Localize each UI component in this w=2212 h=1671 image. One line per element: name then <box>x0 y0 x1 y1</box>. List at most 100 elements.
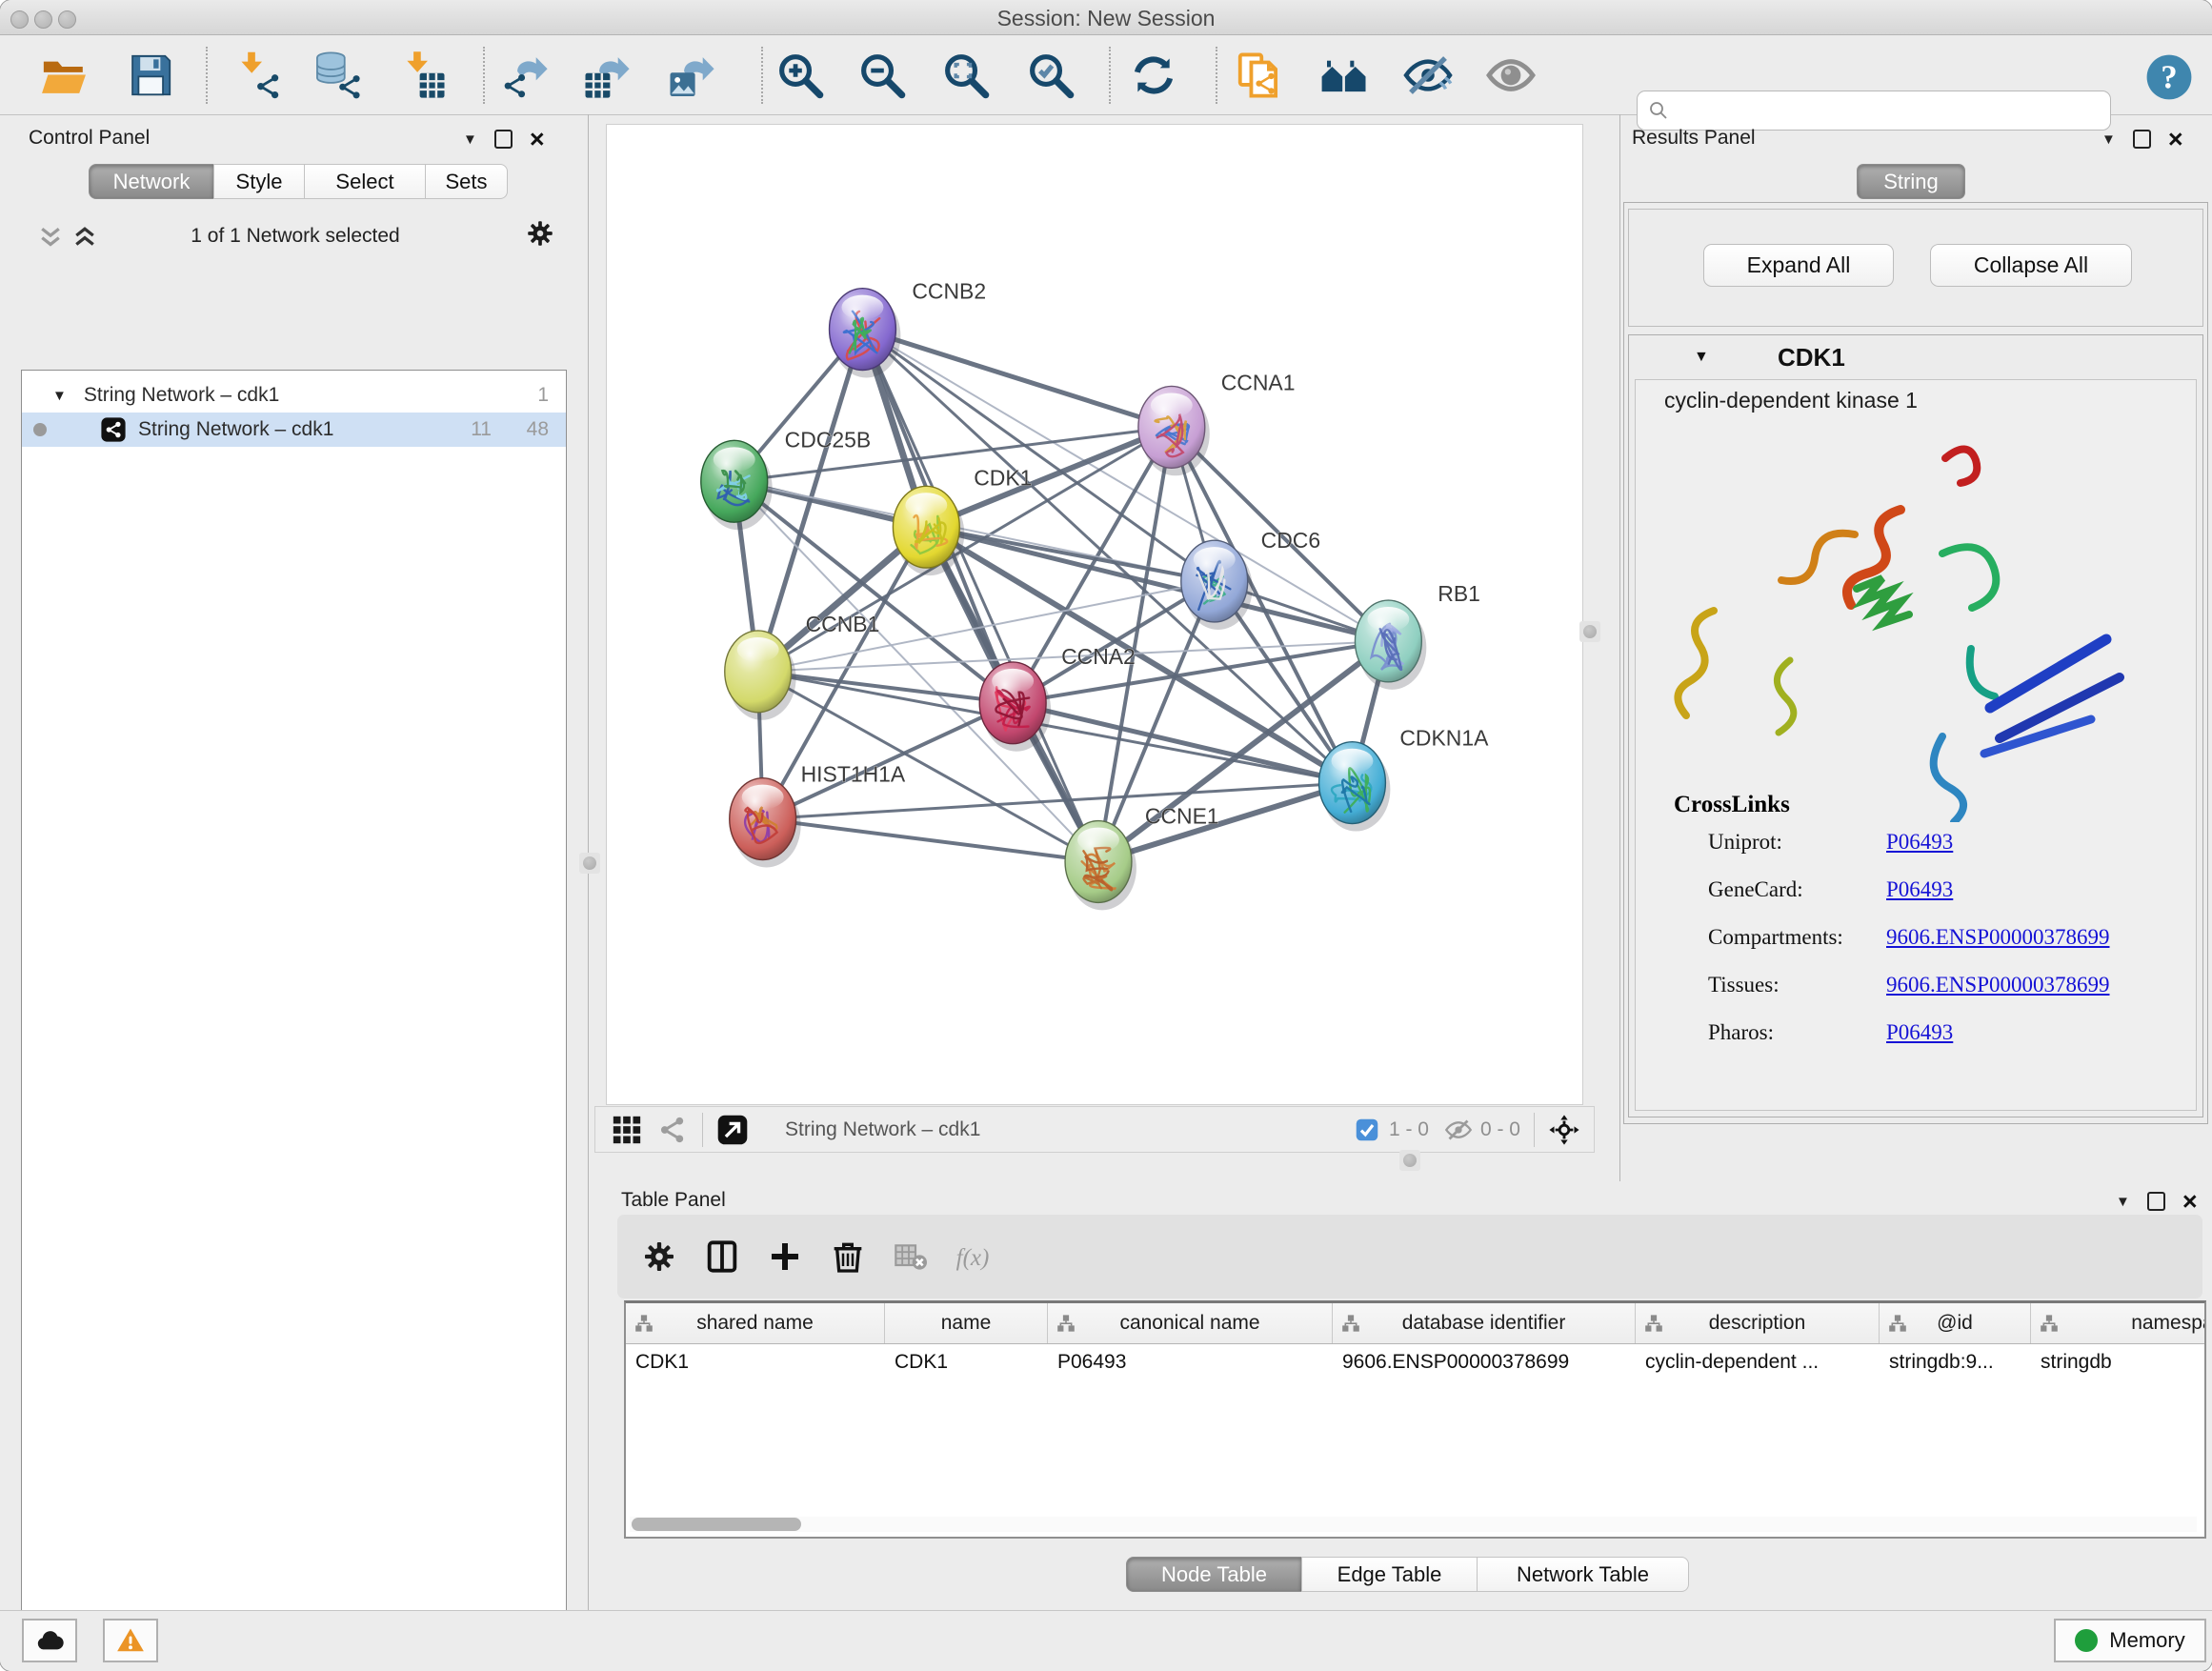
protein-structure-image <box>1655 422 2174 822</box>
toolbar-separator <box>206 47 208 104</box>
network-collection-row[interactable]: ▼ String Network – cdk1 1 <box>22 378 566 413</box>
fit-selected-crosshair-icon[interactable] <box>1548 1114 1580 1146</box>
column-header-description[interactable]: description <box>1636 1303 1880 1343</box>
left-splitter-handle[interactable] <box>579 853 600 874</box>
float-panel-icon[interactable] <box>494 130 513 149</box>
node-ccne1[interactable]: CCNE1 <box>1065 804 1219 911</box>
collapse-all-tree-icon[interactable] <box>36 223 65 248</box>
delete-column-button[interactable] <box>829 1238 867 1276</box>
tree-expander-icon[interactable]: ▼ <box>52 388 67 404</box>
hscroll-thumb[interactable] <box>632 1518 801 1531</box>
save-icon[interactable] <box>125 50 176 101</box>
crosslink-link[interactable]: P06493 <box>1886 830 1953 855</box>
float-results-icon[interactable] <box>2133 130 2151 149</box>
column-header-@id[interactable]: @id <box>1880 1303 2031 1343</box>
crosslink-link[interactable]: P06493 <box>1886 877 1953 902</box>
tab-network[interactable]: Network <box>89 164 214 199</box>
collapse-table-icon[interactable]: ▼ <box>2116 1194 2130 1210</box>
zoom-selected-icon[interactable] <box>1025 50 1076 101</box>
edge-hist1h1a-ccne1[interactable] <box>763 819 1098 862</box>
grid-view-icon[interactable] <box>611 1114 643 1146</box>
column-header-name[interactable]: name <box>885 1303 1048 1343</box>
bottom-splitter-handle[interactable] <box>1399 1150 1420 1171</box>
network-row-selected[interactable]: String Network – cdk1 11 48 <box>22 413 566 447</box>
crosslink-label: Compartments: <box>1708 925 1843 950</box>
tab-network-table[interactable]: Network Table <box>1477 1557 1689 1592</box>
tab-select[interactable]: Select <box>304 164 426 199</box>
column-header-database-identifier[interactable]: database identifier <box>1333 1303 1636 1343</box>
eye-icon[interactable] <box>1485 50 1537 101</box>
tab-node-table[interactable]: Node Table <box>1126 1557 1302 1592</box>
zoom-in-icon[interactable] <box>774 50 826 101</box>
tab-sets[interactable]: Sets <box>425 164 508 199</box>
export-network-icon[interactable] <box>499 50 551 101</box>
warning-button[interactable] <box>103 1619 158 1662</box>
open-icon[interactable] <box>38 50 90 101</box>
edge-ccnb1-ccna2[interactable] <box>758 672 1013 703</box>
function-builder-button[interactable]: f(x) <box>955 1238 993 1276</box>
edge-ccnb2-ccna1[interactable] <box>862 330 1171 428</box>
import-network-icon[interactable] <box>232 50 284 101</box>
node-rb1[interactable]: RB1 <box>1355 581 1479 690</box>
protein-collapse-icon[interactable]: ▼ <box>1694 349 1709 366</box>
expand-all-button[interactable]: Expand All <box>1703 244 1894 287</box>
help-button[interactable]: ? <box>2143 51 2195 103</box>
table-hscrollbar[interactable] <box>630 1517 2197 1532</box>
table-row[interactable]: CDK1CDK1P064939606.ENSP00000378699cyclin… <box>626 1344 2204 1382</box>
import-database-icon[interactable] <box>312 50 364 101</box>
hide-eye-icon[interactable] <box>1402 50 1454 101</box>
column-source-icon <box>1340 1313 1361 1334</box>
node-cdc6[interactable]: CDC6 <box>1181 528 1320 630</box>
crosslink-link[interactable]: 9606.ENSP00000378699 <box>1886 973 2110 997</box>
hidden-eye-icon[interactable] <box>1444 1116 1473 1144</box>
edge-ccnb2-rb1[interactable] <box>862 330 1388 641</box>
clone-network-icon[interactable] <box>1234 50 1285 101</box>
float-table-icon[interactable] <box>2147 1192 2165 1211</box>
close-table-icon[interactable]: × <box>2182 1194 2198 1209</box>
tab-string[interactable]: String <box>1857 164 1965 199</box>
tab-edge-table[interactable]: Edge Table <box>1301 1557 1478 1592</box>
collapse-panel-icon[interactable]: ▼ <box>463 131 477 148</box>
node-label: HIST1H1A <box>801 762 906 787</box>
column-header-canonical-name[interactable]: canonical name <box>1048 1303 1333 1343</box>
collapse-all-button[interactable]: Collapse All <box>1930 244 2132 287</box>
edge-ccna2-cdkn1a[interactable] <box>1013 703 1352 783</box>
network-options-gear-icon[interactable] <box>524 217 556 250</box>
table-settings-gear-button[interactable] <box>640 1238 678 1276</box>
memory-button[interactable]: Memory <box>2054 1619 2206 1662</box>
delete-table-button[interactable] <box>892 1238 930 1276</box>
export-image-icon[interactable] <box>666 50 717 101</box>
show-columns-button[interactable] <box>703 1238 741 1276</box>
close-results-icon[interactable]: × <box>2168 131 2183 147</box>
node-ccna1[interactable]: CCNA1 <box>1138 370 1296 475</box>
node-cdkn1a[interactable]: CDKN1A <box>1319 726 1490 832</box>
network-tree: ▼ String Network – cdk1 1 String Network… <box>21 370 567 1671</box>
node-cdc25b[interactable]: CDC25B <box>701 427 871 530</box>
birdseye-view-icon[interactable] <box>716 1114 749 1146</box>
collection-label: String Network – cdk1 <box>84 384 279 407</box>
selected-checkbox-icon[interactable] <box>1355 1117 1379 1142</box>
right-splitter-handle[interactable] <box>1579 621 1600 642</box>
zoom-fit-icon[interactable] <box>940 50 992 101</box>
cloud-button[interactable] <box>22 1619 77 1662</box>
add-column-button[interactable] <box>766 1238 804 1276</box>
column-header-shared-name[interactable]: shared name <box>626 1303 885 1343</box>
network-canvas[interactable]: CCNB2 CCNA1 CDC25B CDK1 CDC6 R <box>607 125 1582 1104</box>
column-header-namespace[interactable]: namespace <box>2031 1303 2206 1343</box>
collection-count: 1 <box>537 384 549 407</box>
node-label: CCNB2 <box>912 279 986 304</box>
node-ccnb1[interactable]: CCNB1 <box>725 612 880 720</box>
collapse-results-icon[interactable]: ▼ <box>2101 131 2116 148</box>
expand-all-tree-icon[interactable] <box>70 223 99 248</box>
tab-style[interactable]: Style <box>213 164 305 199</box>
zoom-out-icon[interactable] <box>856 50 908 101</box>
crosslink-link[interactable]: 9606.ENSP00000378699 <box>1886 925 2110 950</box>
import-table-icon[interactable] <box>397 50 449 101</box>
share-network-icon[interactable] <box>656 1114 689 1146</box>
network-view[interactable]: CCNB2 CCNA1 CDC25B CDK1 CDC6 R <box>606 124 1583 1105</box>
crosslink-link[interactable]: P06493 <box>1886 1020 1953 1045</box>
houses-icon[interactable] <box>1318 50 1370 101</box>
close-panel-icon[interactable]: × <box>530 131 545 147</box>
export-table-icon[interactable] <box>581 50 633 101</box>
refresh-icon[interactable] <box>1128 50 1179 101</box>
